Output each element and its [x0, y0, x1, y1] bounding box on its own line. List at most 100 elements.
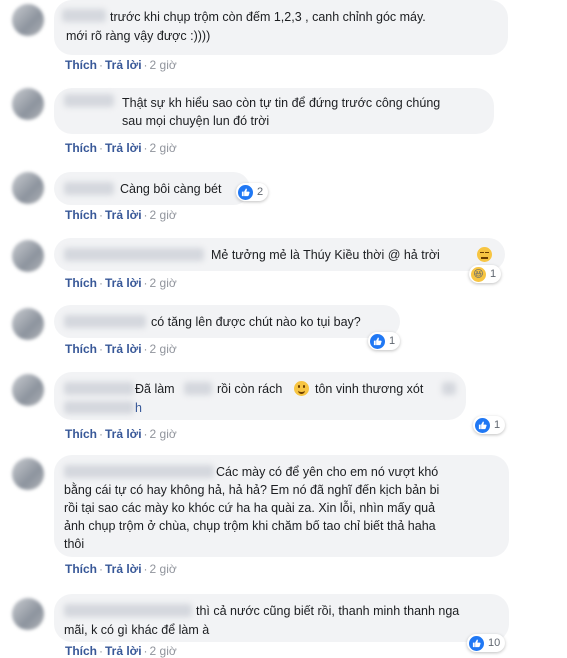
separator-dot: · — [143, 562, 148, 576]
comment-actions: Thích · Trả lời · 2 giờ — [65, 427, 177, 441]
reaction-count[interactable]: 2 — [236, 183, 269, 201]
like-link[interactable]: Thích — [65, 644, 97, 658]
reaction-count[interactable]: 😆 1 — [469, 265, 502, 283]
comment-bubble: thì cả nước cũng biết rồi, thanh minh th… — [54, 594, 509, 642]
commenter-name-blurred[interactable] — [64, 182, 114, 195]
like-link[interactable]: Thích — [65, 276, 97, 290]
comment-text: bằng cái tự có hay không hả, hả hả? Em n… — [64, 483, 440, 497]
commenter-avatar[interactable] — [12, 374, 44, 406]
separator-dot: · — [99, 342, 103, 356]
reaction-count-label: 1 — [490, 268, 497, 280]
timestamp[interactable]: 2 giờ — [150, 562, 177, 576]
comment-actions: Thích · Trả lời · 2 giờ — [65, 562, 177, 576]
reaction-count-label: 1 — [494, 419, 501, 431]
separator-dot: · — [99, 644, 103, 658]
commenter-name-blurred[interactable] — [64, 248, 204, 261]
like-link[interactable]: Thích — [65, 141, 97, 155]
timestamp[interactable]: 2 giờ — [150, 644, 177, 658]
commenter-avatar[interactable] — [12, 598, 44, 630]
comment-actions: Thích · Trả lời · 2 giờ — [65, 644, 177, 658]
comment-bubble: Đã làm rồi còn rách tôn vinh thương xót … — [54, 372, 466, 420]
separator-dot: · — [99, 208, 103, 222]
separator-dot: · — [143, 141, 148, 155]
comment-actions: Thích · Trả lời · 2 giờ — [65, 342, 177, 356]
separator-dot: · — [99, 141, 103, 155]
expressionless-emoji-icon — [477, 247, 492, 262]
separator-dot: · — [143, 58, 148, 72]
comment-text: h — [135, 401, 142, 415]
separator-dot: · — [99, 276, 103, 290]
comment-text: Mẻ tưởng mẻ là Thúy Kiều thời @ hả trời — [211, 248, 440, 262]
comment-text: mãi, k có gì khác để làm à — [64, 623, 210, 637]
comment-text: Các mày có để yên cho em nó vượt khó — [216, 465, 439, 479]
comment-actions: Thích · Trả lời · 2 giờ — [65, 141, 177, 155]
commenter-name-blurred[interactable] — [64, 94, 114, 107]
commenter-avatar[interactable] — [12, 88, 44, 120]
reaction-count[interactable]: 1 — [368, 332, 401, 350]
reply-link[interactable]: Trả lời — [105, 342, 142, 356]
reaction-count[interactable]: 1 — [473, 416, 506, 434]
like-link[interactable]: Thích — [65, 427, 97, 441]
like-reaction-icon — [475, 417, 490, 433]
comment-bubble: Các mày có để yên cho em nó vượt khó bằn… — [54, 455, 509, 557]
commenter-avatar[interactable] — [12, 240, 44, 272]
timestamp[interactable]: 2 giờ — [150, 427, 177, 441]
comment-text: Thật sự kh hiểu sao còn tự tin để đứng t… — [122, 96, 441, 110]
comment-text: trước khi chụp trộm còn đếm 1,2,3 , canh… — [110, 10, 426, 24]
commenter-name-blurred[interactable] — [64, 401, 134, 414]
comment-bubble: Càng bôi càng bét — [54, 172, 250, 205]
timestamp[interactable]: 2 giờ — [150, 58, 177, 72]
commenter-avatar[interactable] — [12, 172, 44, 204]
commenter-name-blurred[interactable] — [64, 382, 134, 395]
like-reaction-icon — [370, 333, 385, 349]
reaction-count-label: 2 — [257, 186, 264, 198]
comment-actions: Thích · Trả lời · 2 giờ — [65, 208, 177, 222]
timestamp[interactable]: 2 giờ — [150, 208, 177, 222]
reply-link[interactable]: Trả lời — [105, 141, 142, 155]
timestamp[interactable]: 2 giờ — [150, 141, 177, 155]
separator-dot: · — [143, 427, 148, 441]
like-link[interactable]: Thích — [65, 208, 97, 222]
commenter-avatar[interactable] — [12, 308, 44, 340]
like-link[interactable]: Thích — [65, 562, 97, 576]
commenter-name-blurred[interactable] — [64, 315, 146, 328]
comment-bubble: có tăng lên được chút nào ko tụi bay? — [54, 305, 400, 338]
comment-text: sau mọi chuyện lun đó trời — [122, 114, 270, 128]
commenter-avatar[interactable] — [12, 458, 44, 490]
reply-link[interactable]: Trả lời — [105, 208, 142, 222]
haha-reaction-icon: 😆 — [471, 266, 486, 282]
reply-link[interactable]: Trả lời — [105, 58, 142, 72]
timestamp[interactable]: 2 giờ — [150, 276, 177, 290]
commenter-avatar[interactable] — [12, 4, 44, 36]
separator-dot: · — [143, 276, 148, 290]
reaction-count[interactable]: 10 — [467, 634, 506, 652]
timestamp[interactable]: 2 giờ — [150, 342, 177, 356]
separator-dot: · — [99, 562, 103, 576]
commenter-name-blurred[interactable] — [64, 465, 214, 478]
comment-text: có tăng lên được chút nào ko tụi bay? — [151, 315, 361, 329]
comment-text: rồi tại sao các mày ko khóc cứ ha ha quà… — [64, 501, 436, 515]
comment-text: ảnh chụp trộm ở chùa, chụp trộm khi chăm… — [64, 519, 436, 533]
comment-bubble: trước khi chụp trộm còn đếm 1,2,3 , canh… — [54, 0, 508, 55]
separator-dot: · — [99, 58, 103, 72]
reply-link[interactable]: Trả lời — [105, 562, 142, 576]
comment-text: rồi còn rách — [217, 382, 283, 396]
separator-dot: · — [143, 644, 148, 658]
commenter-name-blurred[interactable] — [64, 604, 192, 617]
reply-link[interactable]: Trả lời — [105, 276, 142, 290]
commenter-name-blurred[interactable] — [62, 9, 106, 22]
reaction-count-label: 1 — [389, 335, 396, 347]
comment-bubble: Thật sự kh hiểu sao còn tự tin để đứng t… — [54, 88, 494, 134]
comment-text: mới rõ ràng vậy được :)))) — [66, 29, 211, 43]
comment-text: Càng bôi càng bét — [120, 182, 222, 196]
comment-actions: Thích · Trả lời · 2 giờ — [65, 276, 177, 290]
comment-text: tôn vinh thương xót — [315, 382, 424, 396]
reply-link[interactable]: Trả lời — [105, 644, 142, 658]
reply-link[interactable]: Trả lời — [105, 427, 142, 441]
comment-text: thì cả nước cũng biết rồi, thanh minh th… — [196, 604, 460, 618]
like-link[interactable]: Thích — [65, 58, 97, 72]
redacted-word — [442, 382, 456, 395]
separator-dot: · — [143, 342, 148, 356]
like-link[interactable]: Thích — [65, 342, 97, 356]
redacted-word — [184, 382, 212, 395]
